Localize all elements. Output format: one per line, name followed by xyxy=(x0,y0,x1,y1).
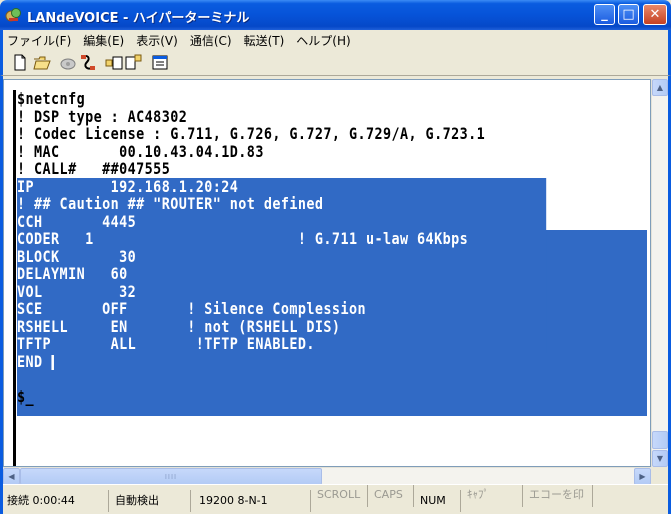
send-file-icon[interactable] xyxy=(105,54,123,71)
close-button[interactable]: ✕ xyxy=(643,4,667,25)
menu-help[interactable]: ヘルプ(H) xyxy=(290,32,356,49)
menu-call[interactable]: 通信(C) xyxy=(184,32,238,49)
terminal-line-selected: ! ## Caution ## "ROUTER" not defined xyxy=(17,195,547,213)
new-file-icon[interactable] xyxy=(11,54,29,71)
status-auto-detect: 自動検出 xyxy=(111,490,191,512)
status-baud: 19200 8-N-1 xyxy=(193,490,311,512)
connect-phone-icon[interactable] xyxy=(59,54,77,71)
status-caps: CAPS xyxy=(370,485,414,507)
minimize-button[interactable]: _ xyxy=(594,4,615,25)
terminal-line-selected: SCE OFF ! Silence Complession xyxy=(17,300,547,318)
vertical-scrollbar[interactable]: ▲ ▼ xyxy=(651,79,668,467)
text-cursor xyxy=(51,354,54,370)
menu-view[interactable]: 表示(V) xyxy=(130,32,184,49)
status-connection-time: 接続 0:00:44 xyxy=(3,490,109,512)
terminal-line: ! MAC 00.10.43.04.1D.83 xyxy=(17,141,264,161)
terminal-line-selected: VOL 32 xyxy=(17,282,547,300)
scroll-up-button[interactable]: ▲ xyxy=(652,79,668,96)
properties-icon[interactable] xyxy=(151,54,169,71)
terminal-line-end: END xyxy=(17,351,546,371)
end-command: END xyxy=(17,351,52,371)
terminal-line-selected: DELAYMIN 60 xyxy=(17,265,547,283)
title-bar[interactable]: LANdeVOICE - ハイパーターミナル _ □ ✕ xyxy=(0,0,671,30)
menu-bar: ファイル(F) 編集(E) 表示(V) 通信(C) 転送(T) ヘルプ(H) xyxy=(0,30,671,50)
terminal-line: ! CALL# ##047555 xyxy=(17,159,171,178)
toolbar xyxy=(0,50,671,76)
scroll-left-button[interactable]: ◀ xyxy=(3,468,20,485)
vertical-scroll-thumb[interactable] xyxy=(652,431,668,449)
terminal-line: $netcnfg xyxy=(17,89,86,108)
horizontal-scrollbar[interactable]: ◀ IIII ▶ xyxy=(3,467,651,485)
terminal-line-selected: CODER 1 ! G.711 u-law 64Kbps xyxy=(17,230,547,248)
scroll-down-button[interactable]: ▼ xyxy=(652,450,668,467)
menu-edit[interactable]: 編集(E) xyxy=(77,32,130,49)
status-bar: 接続 0:00:44 自動検出 19200 8-N-1 SCROLL CAPS … xyxy=(3,484,668,514)
status-echo: エコーを印 xyxy=(525,485,593,507)
menu-file[interactable]: ファイル(F) xyxy=(3,32,77,49)
terminal-line-selected: RSHELL EN ! not (RSHELL DIS) xyxy=(17,317,547,335)
status-scroll: SCROLL xyxy=(313,485,368,507)
horizontal-scroll-thumb[interactable]: IIII xyxy=(20,468,322,485)
scroll-right-button[interactable]: ▶ xyxy=(634,468,651,485)
terminal-left-border xyxy=(13,90,16,466)
terminal-screen[interactable]: $netcnfg ! DSP type : AC48302 ! Codec Li… xyxy=(3,79,651,467)
open-folder-icon[interactable] xyxy=(33,54,51,71)
window-title: LANdeVOICE - ハイパーターミナル xyxy=(27,11,250,26)
maximize-button[interactable]: □ xyxy=(618,4,639,25)
terminal-prompt: $_ xyxy=(17,386,35,406)
terminal-line-selected: CCH 4445 xyxy=(17,212,547,230)
terminal-text: $netcnfg ! DSP type : AC48302 ! Codec Li… xyxy=(17,90,647,405)
status-kana: ｷｬﾌﾟ xyxy=(463,485,523,507)
status-extra xyxy=(595,490,665,512)
terminal-line: ! Codec License : G.711, G.726, G.727, G… xyxy=(17,124,486,143)
disconnect-phone-icon[interactable] xyxy=(79,54,97,71)
terminal-line: ! DSP type : AC48302 xyxy=(17,106,188,126)
hyperterminal-app-icon xyxy=(5,8,21,22)
terminal-line-selected: BLOCK 30 xyxy=(17,247,547,265)
status-num: NUM xyxy=(416,490,461,512)
scrollbar-corner xyxy=(651,467,668,484)
receive-file-icon[interactable] xyxy=(125,54,143,71)
terminal-line-selected: IP 192.168.1.20:24 xyxy=(17,177,547,195)
terminal-line-selected: TFTP ALL !TFTP ENABLED. xyxy=(17,335,547,353)
menu-transfer[interactable]: 転送(T) xyxy=(238,32,291,49)
